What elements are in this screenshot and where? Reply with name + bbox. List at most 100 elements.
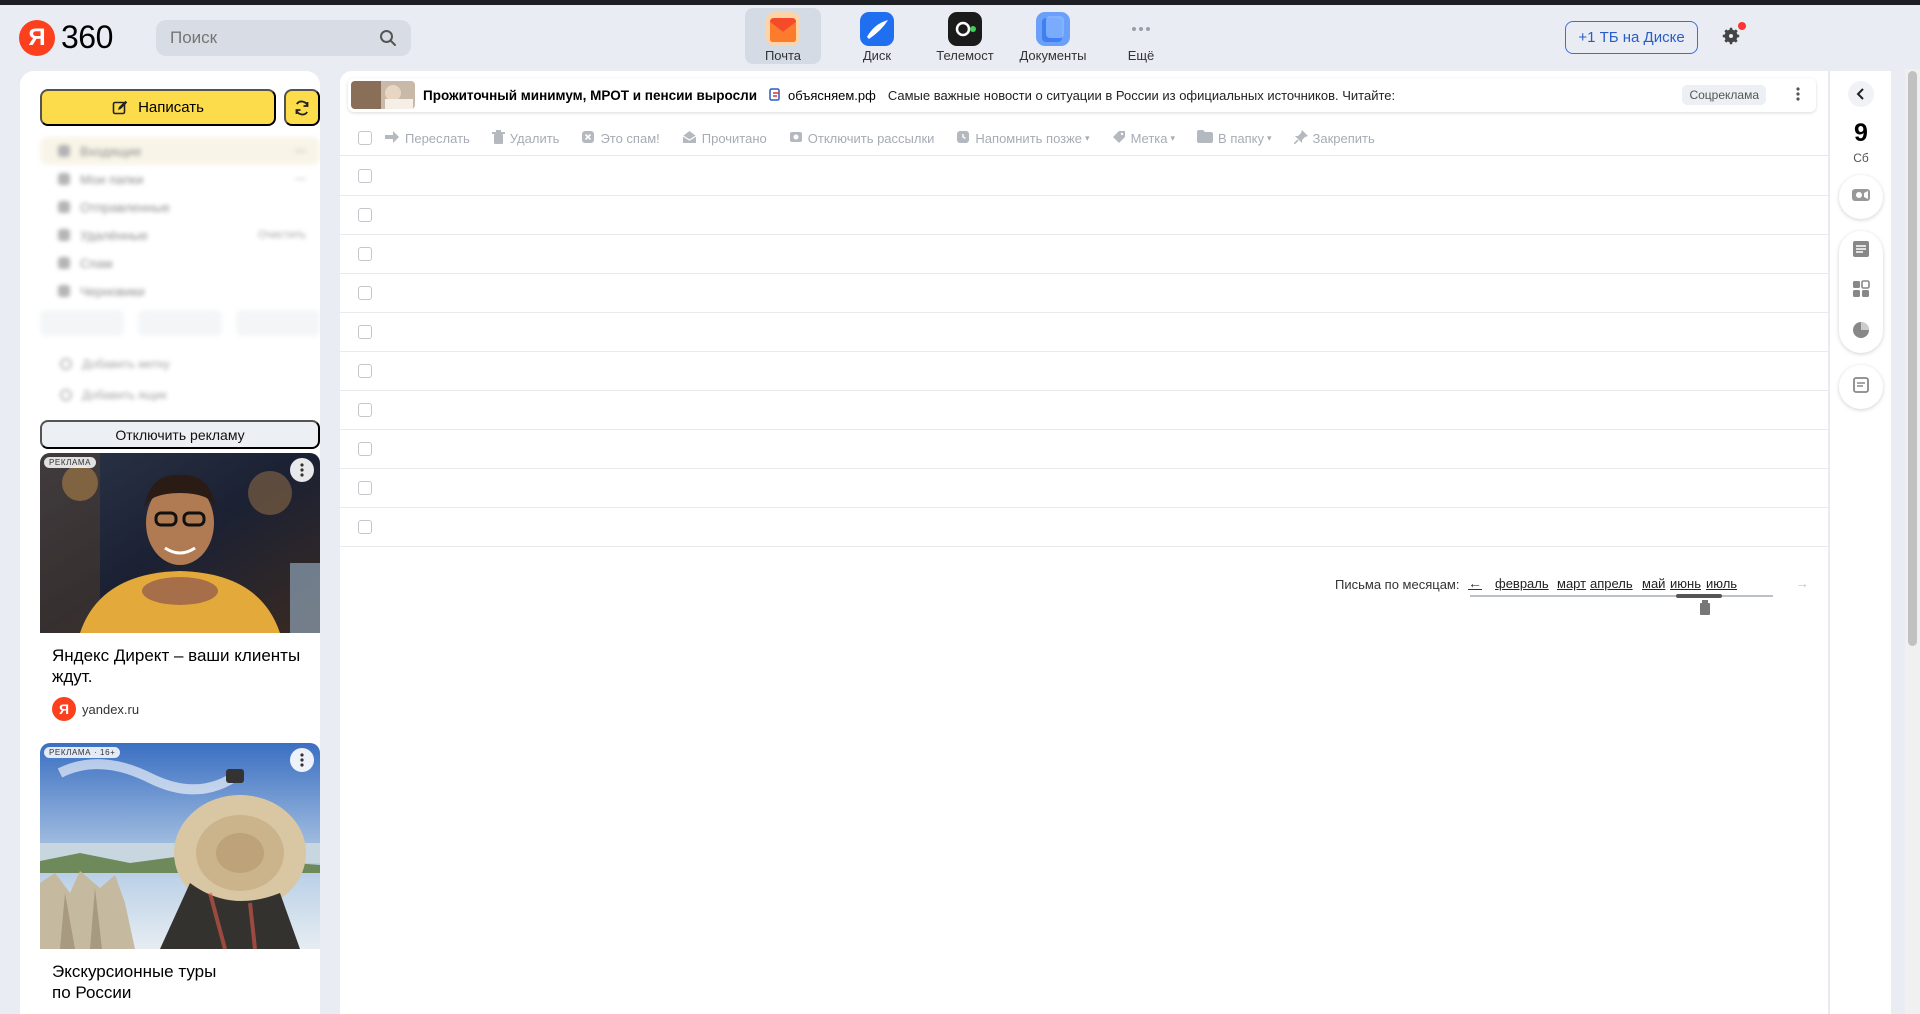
toolbar-label: Удалить (509, 130, 560, 146)
message-row[interactable] (340, 391, 1828, 430)
sidebar-folder-item[interactable]: Спам (40, 249, 320, 277)
toolbar-remind-button[interactable]: Напомнить позже ▾ (956, 130, 1090, 147)
compose-button[interactable]: Написать (40, 89, 276, 126)
banner-title[interactable]: Прожиточный минимум, МРОТ и пенсии вырос… (423, 88, 757, 103)
message-row[interactable] (340, 313, 1828, 352)
app-tab-more-dots[interactable]: Ещё (1097, 8, 1185, 64)
rail-tools-group (1839, 231, 1883, 353)
toolbar-tag-button[interactable]: Метка ▾ (1112, 130, 1175, 147)
toolbar-label: Закрепить (1312, 130, 1375, 146)
sidebar-folder-item[interactable]: Отправленные (40, 193, 320, 221)
month-link[interactable]: июнь (1670, 576, 1701, 591)
page-scrollbar[interactable] (1905, 69, 1920, 1014)
select-all-checkbox[interactable] (358, 131, 372, 145)
yandex-360-logo[interactable]: Я 360 (19, 19, 113, 56)
refresh-button[interactable] (284, 89, 320, 126)
month-link[interactable]: апрель (1590, 576, 1633, 591)
add-label-link[interactable]: Добавить метку (60, 355, 300, 373)
ad-card-tours[interactable]: РЕКЛАМА · 16+ Экскурсионные туры по Росс… (40, 743, 320, 1014)
document-rail-button[interactable] (1852, 376, 1870, 399)
message-row[interactable] (340, 508, 1828, 547)
message-checkbox[interactable] (358, 286, 372, 300)
message-row[interactable] (340, 157, 1828, 196)
disk-upgrade-button[interactable]: +1 ТБ на Диске (1565, 21, 1698, 54)
message-checkbox[interactable] (358, 247, 372, 261)
sidebar-folder-item[interactable]: Черновики (40, 277, 320, 305)
disable-ads-button[interactable]: Отключить рекламу (40, 420, 320, 449)
toolbar-forward-button[interactable]: Переслать (384, 130, 470, 147)
ad-title[interactable]: Экскурсионные туры по России (40, 949, 240, 1003)
ad-image-man[interactable]: РЕКЛАМА (40, 453, 320, 633)
stats-rail-button[interactable] (1851, 320, 1871, 345)
message-row[interactable] (340, 274, 1828, 313)
message-checkbox[interactable] (358, 208, 372, 222)
ad-image-tours[interactable]: РЕКЛАМА · 16+ (40, 743, 320, 950)
month-link[interactable]: май (1642, 576, 1665, 591)
filter-important-button[interactable] (40, 310, 124, 336)
message-checkbox[interactable] (358, 520, 372, 534)
collapse-rail-button[interactable] (1848, 81, 1874, 107)
telemost-rail-button[interactable] (1851, 185, 1871, 210)
message-row[interactable] (340, 235, 1828, 274)
toolbar-trash-button[interactable]: Удалить (491, 129, 560, 147)
timeline-marker-icon (1699, 600, 1711, 619)
compose-label: Написать (138, 99, 204, 116)
app-tab-disk[interactable]: Диск (833, 8, 921, 64)
ad-source[interactable]: Я yandex.ru (40, 687, 320, 721)
app-tab-telemost[interactable]: Телемост (921, 8, 1009, 64)
social-ad-banner[interactable]: Прожиточный минимум, МРОТ и пенсии вырос… (348, 78, 1816, 112)
toolbar-spam-button[interactable]: Это спам! (581, 130, 660, 147)
message-checkbox[interactable] (358, 403, 372, 417)
message-checkbox[interactable] (358, 481, 372, 495)
app-tab-mail[interactable]: Почта (745, 8, 821, 64)
banner-more-button[interactable] (1796, 87, 1800, 104)
message-row[interactable] (340, 430, 1828, 469)
add-mailbox-text: Добавить ящик (82, 388, 167, 402)
message-row[interactable] (340, 469, 1828, 508)
app-switcher: Почта Диск Телемост Документы Ещё (745, 8, 1185, 64)
search-input[interactable] (170, 28, 370, 48)
message-checkbox[interactable] (358, 442, 372, 456)
settings-button[interactable] (1720, 22, 1746, 52)
folder-icon (58, 201, 70, 213)
months-prev-arrow[interactable]: ← (1468, 575, 1482, 591)
scrollbar-thumb[interactable] (1908, 71, 1917, 646)
banner-source[interactable]: объясняем.рф (769, 88, 876, 103)
sidebar-folder-item[interactable]: Мои папки — (40, 165, 320, 193)
ad-title[interactable]: Яндекс Директ – ваши клиенты ждут. (40, 633, 320, 687)
telemost-icon (948, 12, 982, 46)
filter-attachments-button[interactable] (236, 310, 320, 336)
calendar-weekday: Сб (1853, 151, 1869, 165)
rail-extra-group (1839, 365, 1883, 409)
sidebar-folder-item[interactable]: Удалённые Очистить (40, 221, 320, 249)
month-link[interactable]: март (1557, 576, 1586, 591)
folder-icon (58, 229, 70, 241)
notes-rail-button[interactable] (1851, 239, 1871, 264)
toolbar-pin-button[interactable]: Закрепить (1292, 129, 1375, 147)
toolbar-read-envelope-button[interactable]: Прочитано (682, 130, 767, 147)
search-box[interactable] (156, 20, 411, 56)
message-row[interactable] (340, 196, 1828, 235)
message-checkbox[interactable] (358, 364, 372, 378)
month-link[interactable]: июль (1706, 576, 1737, 591)
message-checkbox[interactable] (358, 325, 372, 339)
month-link[interactable]: февраль (1495, 576, 1549, 591)
sidebar-folder-item[interactable]: Входящие — (40, 137, 320, 165)
chevron-down-icon: ▾ (1266, 132, 1272, 143)
ad-card-direct[interactable]: РЕКЛАМА Яндекс Директ – ваши клиенты жду… (40, 453, 320, 733)
filter-unread-button[interactable] (138, 310, 222, 336)
add-mailbox-link[interactable]: Добавить ящик (60, 386, 300, 404)
apps-rail-button[interactable] (1851, 279, 1871, 304)
ad-more-button[interactable] (290, 458, 314, 482)
search-icon[interactable] (379, 29, 397, 47)
toolbar-folder-button[interactable]: В папку ▾ (1197, 130, 1272, 146)
ad-more-button[interactable] (290, 748, 314, 772)
message-checkbox[interactable] (358, 169, 372, 183)
app-tab-documents[interactable]: Документы (1009, 8, 1097, 64)
toolbar-unsubscribe-button[interactable]: Отключить рассылки (789, 130, 934, 147)
app-tab-label: Телемост (936, 48, 994, 63)
folder-label: Входящие (80, 143, 142, 159)
calendar-date[interactable]: 9 (1830, 119, 1892, 148)
message-row[interactable] (340, 352, 1828, 391)
rail-telemost-group (1839, 175, 1883, 219)
